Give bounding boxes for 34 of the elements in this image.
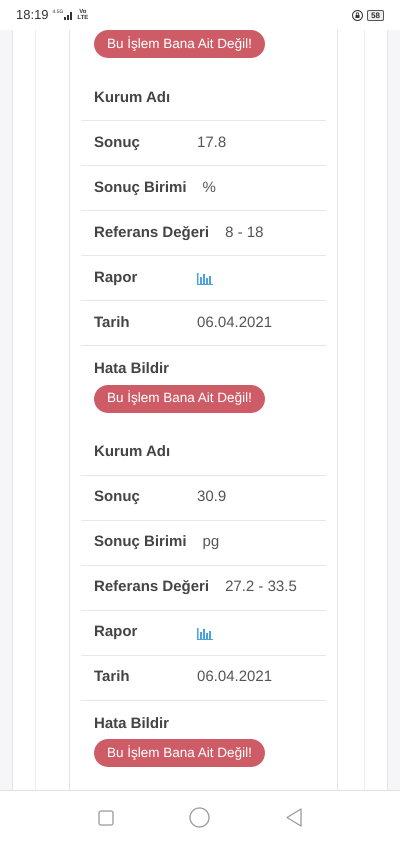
field-label: Sonuç Birimi <box>94 178 187 198</box>
field-label: Sonuç <box>94 487 141 508</box>
field-value: 17.8 <box>197 132 226 153</box>
field-label: Kurum Adı <box>94 442 172 462</box>
field-value: 06.04.2021 <box>197 667 272 688</box>
field-label: Rapor <box>94 622 138 642</box>
field-label: Sonuç <box>94 132 141 153</box>
field-value: 8 - 18 <box>225 222 264 243</box>
signal-icon <box>64 10 74 20</box>
field-label: Rapor <box>94 268 138 288</box>
bar-chart-icon[interactable] <box>197 626 213 640</box>
report-error-button[interactable]: Bu İşlem Bana Ait Değil! <box>94 30 265 58</box>
field-label: Sonuç Birimi <box>94 532 187 552</box>
battery-indicator: 58 <box>367 10 384 20</box>
field-label: Hata Bildir <box>94 359 170 379</box>
field-label: Kurum Adı <box>94 88 172 108</box>
field-value: 06.04.2021 <box>197 312 272 333</box>
field-label: Tarih <box>94 667 131 688</box>
back-icon[interactable] <box>284 808 302 827</box>
home-icon[interactable] <box>188 807 210 828</box>
field-label: Tarih <box>94 312 131 333</box>
field-label: Referans Değeri <box>94 577 210 598</box>
field-value: 30.9 <box>197 487 226 508</box>
field-value: % <box>202 178 216 198</box>
recent-apps-icon[interactable] <box>98 810 114 826</box>
field-value: 27.2 - 33.5 <box>225 577 297 598</box>
report-error-button[interactable]: Bu İşlem Bana Ait Değil! <box>94 739 265 767</box>
field-label: Hata Bildir <box>94 714 170 734</box>
report-error-button[interactable]: Bu İşlem Bana Ait Değil! <box>94 384 265 412</box>
lock-icon <box>352 10 364 20</box>
field-label: Referans Değeri <box>94 222 210 243</box>
bar-chart-icon[interactable] <box>197 271 213 285</box>
status-time: 18:19 <box>16 6 49 24</box>
field-value: pg <box>202 532 220 552</box>
